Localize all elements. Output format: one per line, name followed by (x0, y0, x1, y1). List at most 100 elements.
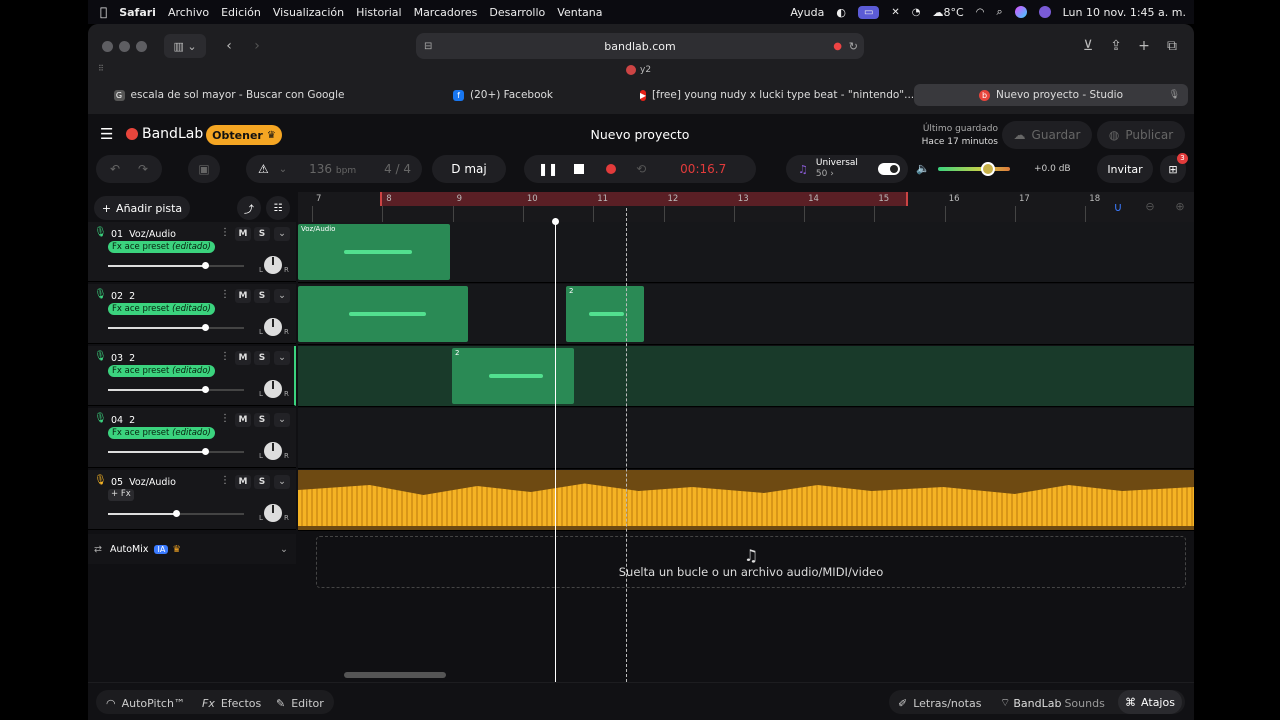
track-lane[interactable] (298, 470, 1194, 531)
metronome-icon[interactable]: ⚠ (258, 162, 269, 176)
volume-knob[interactable] (201, 386, 209, 393)
tab-google-search[interactable]: Gescala de sol mayor - Buscar con Google (92, 84, 366, 106)
drop-zone[interactable]: ♫ Suelta un bucle o un archivo audio/MID… (316, 536, 1186, 588)
track-volume-slider[interactable] (108, 324, 244, 331)
tab-audio-icon[interactable]: 🎙 (1169, 90, 1180, 100)
volume-knob[interactable] (201, 324, 209, 331)
effects-button[interactable]: Fx Efectos (202, 691, 261, 715)
mixer-button[interactable]: ☷ (266, 196, 290, 220)
lyrics-panel-button[interactable]: ▣ (188, 155, 220, 183)
chevron-down-icon[interactable]: ⌄ (274, 289, 290, 303)
track-volume-slider[interactable] (108, 510, 244, 517)
minimize-window-button[interactable] (119, 41, 130, 52)
fx-preset-badge[interactable]: Fx ace preset (editado) (108, 303, 215, 315)
mute-button[interactable]: M (235, 227, 251, 241)
fx-preset-badge[interactable]: Fx ace preset (editado) (108, 241, 215, 253)
user-avatar-icon[interactable] (1038, 6, 1051, 18)
siri-icon[interactable] (1014, 6, 1027, 18)
track-name[interactable]: 04 2 (111, 415, 135, 426)
bluetooth-icon[interactable]: ✕ (891, 7, 899, 18)
project-title[interactable]: Nuevo proyecto (568, 127, 712, 142)
audio-clip[interactable]: Voz/Audio (298, 224, 450, 280)
sidebar-toggle-button[interactable]: ▥ ⌄ (164, 34, 206, 58)
hamburger-menu-button[interactable]: ☰ (100, 127, 116, 142)
menu-archivo[interactable]: Archivo (168, 6, 209, 19)
share-button[interactable]: ⇪ (1104, 34, 1128, 58)
mute-button[interactable]: M (235, 413, 251, 427)
menu-ayuda[interactable]: Ayuda (790, 6, 824, 19)
more-options-icon[interactable]: ⋮ (220, 475, 230, 486)
volume-knob[interactable] (173, 510, 180, 517)
add-fx-button[interactable]: + Fx (108, 489, 134, 501)
automation-button[interactable]: ⤴ (237, 196, 261, 220)
pan-knob[interactable] (264, 318, 282, 336)
timer-icon[interactable]: ◔ (912, 7, 921, 18)
track-volume-slider[interactable] (108, 448, 244, 455)
pause-button[interactable]: ❚❚ (538, 162, 558, 176)
mute-button[interactable]: M (235, 289, 251, 303)
solo-button[interactable]: S (254, 413, 270, 427)
mute-button[interactable]: M (235, 475, 251, 489)
volume-knob[interactable] (201, 262, 209, 269)
pan-knob[interactable] (264, 380, 282, 398)
menu-desarrollo[interactable]: Desarrollo (489, 6, 545, 19)
redo-icon[interactable]: ↷ (138, 162, 148, 176)
track-header[interactable]: 🎙 02 2 ⋮ M S ⌄ Fx ace preset (editado) L R (88, 284, 296, 344)
snap-magnet-button[interactable]: ∪ (1108, 200, 1128, 218)
track-name[interactable]: 03 2 (111, 353, 135, 364)
speaker-icon[interactable]: 🔈 (916, 162, 930, 175)
zoom-out-button[interactable]: ⊖ (1140, 200, 1160, 218)
automix-row[interactable]: ⇄ AutoMix IA ♛ ⌄ (88, 534, 296, 564)
bandlab-sounds-button[interactable]: ⌔ BandLab Sounds (1000, 691, 1105, 715)
loop-button[interactable]: ⟲ (636, 162, 646, 176)
pan-knob[interactable] (264, 442, 282, 460)
mute-button[interactable]: M (235, 351, 251, 365)
zoom-in-button[interactable]: ⊕ (1170, 200, 1190, 218)
bpm-value[interactable]: 136 bpm (309, 162, 356, 176)
chevron-down-icon[interactable]: ⌄ (274, 351, 290, 365)
fx-preset-badge[interactable]: Fx ace preset (editado) (108, 427, 215, 439)
menu-edicion[interactable]: Edición (221, 6, 261, 19)
bandlab-logo[interactable]: BandLab (126, 126, 203, 142)
more-options-icon[interactable]: ⋮ (220, 351, 230, 362)
track-name[interactable]: 01 Voz/Audio (111, 229, 176, 240)
lyrics-notes-button[interactable]: ✐ Letras/notas (898, 691, 981, 715)
new-tab-button[interactable]: + (1132, 34, 1156, 58)
solo-button[interactable]: S (254, 475, 270, 489)
master-volume-slider[interactable] (938, 162, 1010, 176)
track-name[interactable]: 05 Voz/Audio (111, 477, 176, 488)
chevron-down-icon[interactable]: ⌄ (274, 227, 290, 241)
solo-button[interactable]: S (254, 227, 270, 241)
metronome-dropdown-icon[interactable]: ⌄ (279, 164, 287, 175)
microphone-icon[interactable]: ● (833, 41, 842, 52)
undo-icon[interactable]: ↶ (110, 162, 120, 176)
more-options-icon[interactable]: ⋮ (220, 413, 230, 424)
invite-button[interactable]: Invitar (1097, 155, 1153, 183)
track-lane[interactable]: 2 (298, 346, 1194, 407)
tab-overview-button[interactable]: ⧉ (1160, 34, 1184, 58)
record-button[interactable] (606, 164, 617, 174)
downloads-button[interactable]: ⊻ (1076, 34, 1100, 58)
tab-facebook[interactable]: f (20+) Facebook (366, 84, 640, 106)
solo-button[interactable]: S (254, 289, 270, 303)
chevron-down-icon[interactable]: ⌄ (274, 413, 290, 427)
track-name[interactable]: 02 2 (111, 291, 135, 302)
more-options-icon[interactable]: ⋮ (220, 289, 230, 300)
instrument-toggle[interactable] (877, 163, 900, 175)
track-volume-slider[interactable] (108, 386, 244, 393)
solo-button[interactable]: S (254, 351, 270, 365)
more-options-icon[interactable]: ⋮ (220, 227, 230, 238)
chevron-down-icon[interactable]: ⌄ (274, 475, 290, 489)
screen-mirror-icon[interactable]: ▭ (857, 5, 880, 19)
wifi-icon[interactable]: ◠ (976, 7, 985, 18)
reload-icon[interactable]: ↻ (849, 40, 858, 53)
key-selector[interactable]: D maj (432, 155, 506, 183)
track-header[interactable]: 🎙 05 Voz/Audio ⋮ M S ⌄ + Fx L R (88, 470, 296, 530)
search-icon[interactable]: ⌕ (996, 5, 1002, 19)
menu-ventana[interactable]: Ventana (557, 6, 602, 19)
instrument-selector[interactable]: ♫ Universal 50 › (786, 155, 908, 183)
time-signature[interactable]: 4 / 4 (384, 162, 411, 176)
track-header[interactable]: 🎙 03 2 ⋮ M S ⌄ Fx ace preset (editado) L R (88, 346, 296, 406)
track-lane[interactable]: 2 (298, 284, 1194, 345)
volume-knob[interactable] (981, 162, 996, 176)
